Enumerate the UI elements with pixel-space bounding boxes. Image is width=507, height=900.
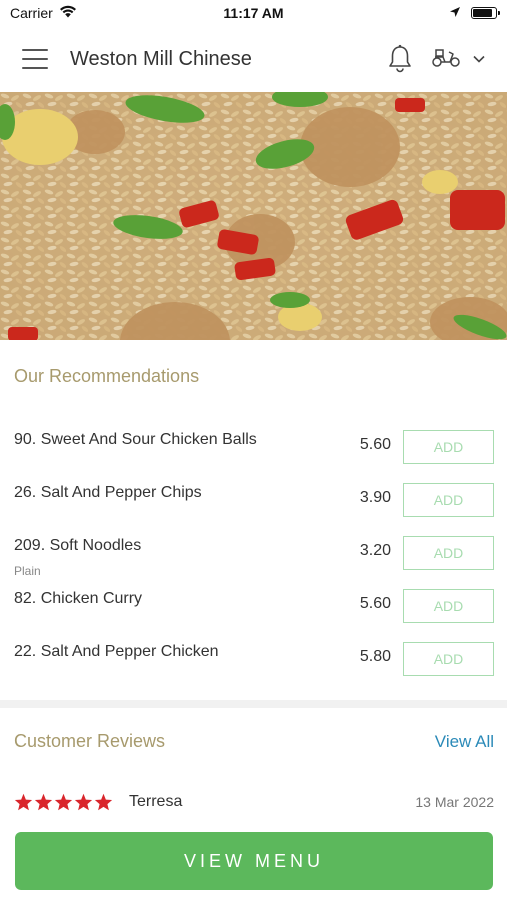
status-right xyxy=(449,5,500,21)
hamburger-menu-icon[interactable] xyxy=(22,49,48,69)
item-name: 209. Soft Noodles xyxy=(14,537,142,554)
star-icon xyxy=(94,793,113,811)
item-price: 3.90 xyxy=(359,489,391,506)
hero-food-image xyxy=(0,92,507,340)
item-price: 5.80 xyxy=(359,648,391,665)
review-date: 13 Mar 2022 xyxy=(415,794,494,810)
status-left: Carrier xyxy=(10,5,77,21)
wifi-icon xyxy=(59,5,77,21)
list-item: 90. Sweet And Sour Chicken Balls 5.60 AD… xyxy=(0,422,507,475)
star-icon xyxy=(74,793,93,811)
item-name: 26. Salt And Pepper Chips xyxy=(14,484,202,501)
item-name: 90. Sweet And Sour Chicken Balls xyxy=(14,431,257,448)
location-arrow-icon xyxy=(449,5,461,21)
recommendations-title: Our Recommendations xyxy=(14,366,200,386)
scooter-icon xyxy=(431,46,461,73)
star-icon xyxy=(34,793,53,811)
add-button[interactable]: ADD xyxy=(403,483,494,517)
restaurant-title: Weston Mill Chinese xyxy=(70,47,252,70)
delivery-selector[interactable] xyxy=(431,46,485,73)
add-button[interactable]: ADD xyxy=(403,430,494,464)
item-price: 5.60 xyxy=(359,436,391,453)
item-price: 3.20 xyxy=(359,542,391,559)
view-all-reviews-link[interactable]: View All xyxy=(435,732,494,752)
add-button[interactable]: ADD xyxy=(403,536,494,570)
item-subtitle: Plain xyxy=(14,564,41,578)
star-rating xyxy=(14,793,113,811)
star-icon xyxy=(54,793,73,811)
item-price: 5.60 xyxy=(359,595,391,612)
add-button[interactable]: ADD xyxy=(403,589,494,623)
header-actions xyxy=(387,44,485,74)
battery-icon xyxy=(471,7,500,19)
section-divider xyxy=(0,700,507,708)
reviews-title: Customer Reviews xyxy=(14,731,166,751)
list-item: 82. Chicken Curry 5.60 ADD xyxy=(0,581,507,634)
list-item: 26. Salt And Pepper Chips 3.90 ADD xyxy=(0,475,507,528)
star-icon xyxy=(14,793,33,811)
app-header: Weston Mill Chinese xyxy=(0,26,507,92)
chevron-down-icon xyxy=(473,50,485,68)
list-item: 22. Salt And Pepper Chicken 5.80 ADD xyxy=(0,634,507,687)
carrier-label: Carrier xyxy=(10,5,53,21)
view-menu-button[interactable]: VIEW MENU xyxy=(15,832,493,890)
reviewer-name: Terresa xyxy=(129,793,183,810)
bell-icon[interactable] xyxy=(387,44,413,74)
recommendations-list: 90. Sweet And Sour Chicken Balls 5.60 AD… xyxy=(0,422,507,687)
status-bar: Carrier 11:17 AM xyxy=(0,0,507,26)
add-button[interactable]: ADD xyxy=(403,642,494,676)
list-item: 209. Soft Noodles Plain 3.20 ADD xyxy=(0,528,507,581)
item-name: 22. Salt And Pepper Chicken xyxy=(14,643,219,660)
item-name: 82. Chicken Curry xyxy=(14,590,143,607)
review-row[interactable]: Terresa 13 Mar 2022 xyxy=(14,788,494,816)
fried-rice-illustration xyxy=(0,92,507,340)
